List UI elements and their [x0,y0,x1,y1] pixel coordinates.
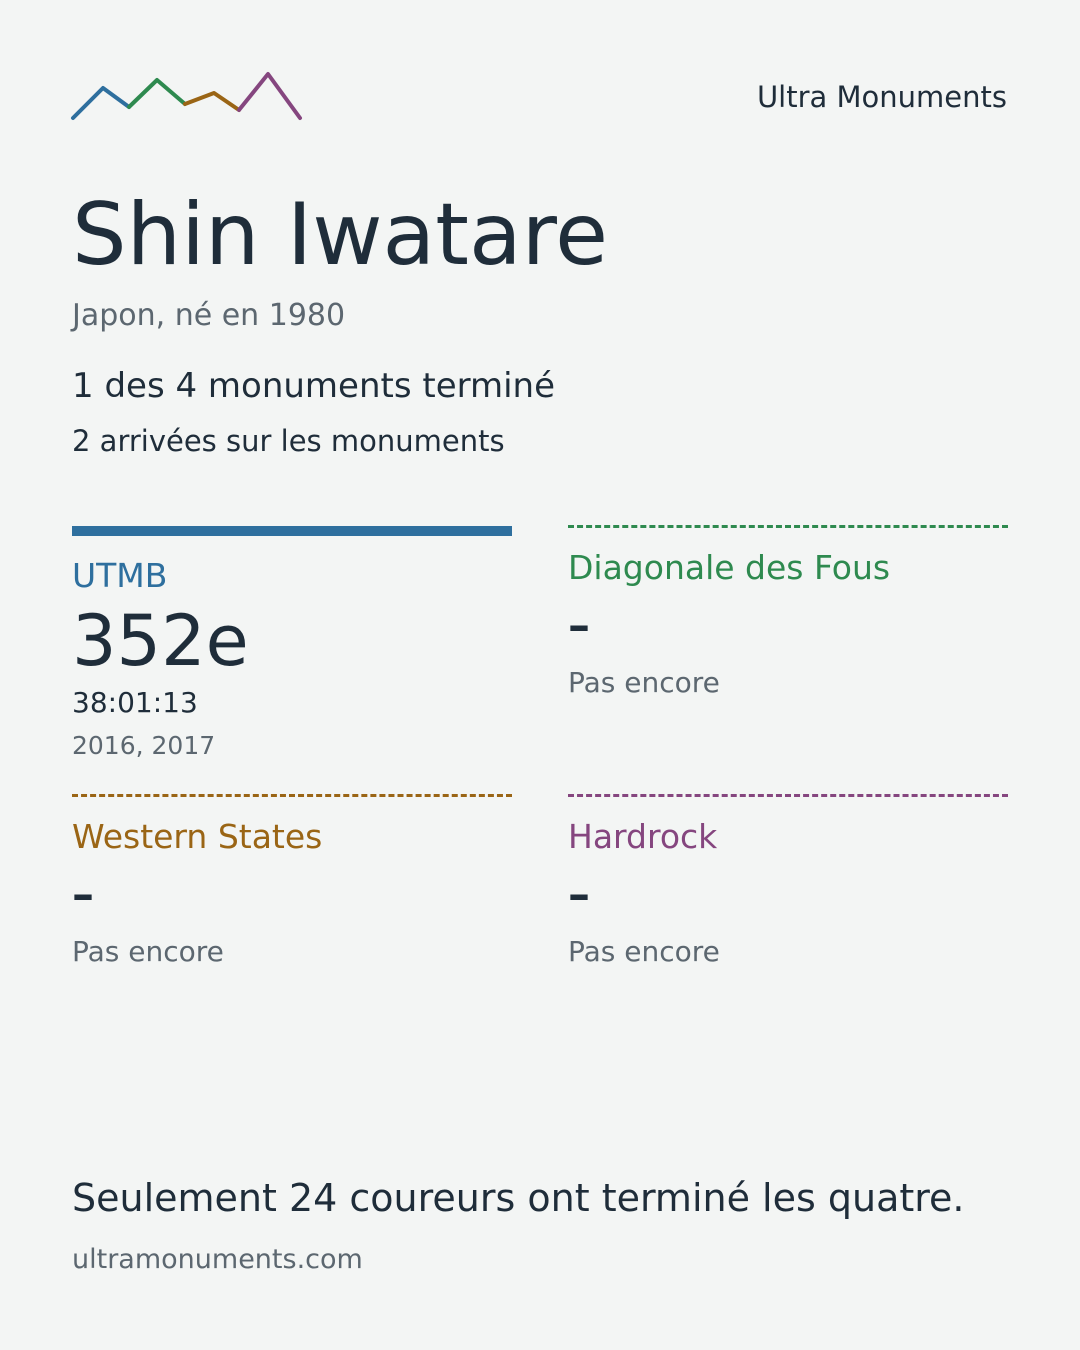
brand-name: Ultra Monuments [756,80,1007,114]
race-rank: – [72,869,94,921]
runner-subtitle: Japon, né en 1980 [72,298,346,333]
monuments-summary: 1 des 4 monuments terminé [72,366,556,406]
website-link[interactable]: ultramonuments.com [72,1244,363,1275]
race-rank: – [568,600,590,652]
mountain-range-logo-icon [70,70,310,130]
race-years: 2016, 2017 [72,731,216,761]
race-title: UTMB [72,556,168,595]
race-bar-hardrock [568,794,1008,797]
race-title: Diagonale des Fous [568,548,891,587]
race-status: Pas encore [568,935,720,969]
race-rank: 352e [72,600,249,683]
race-bar-diagonale [568,525,1008,528]
race-title: Hardrock [568,817,718,856]
race-time: 38:01:13 [72,686,198,720]
race-bar-utmb [72,526,512,536]
race-card-hardrock: Hardrock – Pas encore [568,794,1008,968]
race-rank: – [568,869,590,921]
finishes-count: 2 arrivées sur les monuments [72,424,505,458]
race-card-diagonale: Diagonale des Fous – Pas encore [568,525,1008,699]
race-card-western-states: Western States – Pas encore [72,794,512,968]
race-status: Pas encore [568,666,720,700]
footer-statement: Seulement 24 coureurs ont terminé les qu… [72,1176,965,1220]
race-status: Pas encore [72,935,224,969]
race-title: Western States [72,817,323,856]
runner-name: Shin Iwatare [72,185,609,285]
race-card-utmb: UTMB 352e 38:01:13 2016, 2017 [72,526,512,760]
race-bar-western-states [72,794,512,797]
